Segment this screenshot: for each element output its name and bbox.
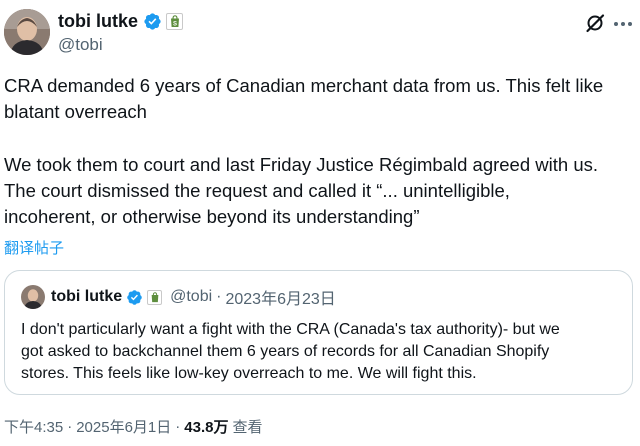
shopify-bag-icon[interactable]: S: [166, 12, 183, 30]
views-label: 查看: [232, 418, 263, 436]
quote-header: tobi lutke @tobi · 2023年6月23日: [51, 285, 336, 309]
tweet-paragraph-1: CRA demanded 6 years of Canadian merchan…: [4, 73, 636, 125]
quote-text: I don't particularly want a fight with t…: [21, 319, 621, 385]
quote-line: I don't particularly want a fight with t…: [21, 321, 560, 338]
translate-post-link[interactable]: 翻译帖子: [4, 237, 64, 258]
shopify-bag-icon: [147, 289, 163, 305]
quote-author-name[interactable]: tobi lutke: [51, 288, 122, 306]
quote-line: stores. This feels like low-key overreac…: [21, 365, 477, 382]
quote-date: 2023年6月23日: [225, 291, 336, 308]
author-display-name[interactable]: tobi lutke: [58, 11, 138, 32]
tweet-line: We took them to court and last Friday Ju…: [4, 154, 598, 175]
footer-separator: ·: [67, 417, 73, 435]
tweet-line: incoherent, or otherwise beyond its unde…: [4, 206, 420, 227]
tweet-footer: 下午4:35 · 2025年6月1日 · 43.8万 查看: [4, 415, 262, 437]
tweet-paragraph-2: We took them to court and last Friday Ju…: [4, 152, 636, 230]
author-handle[interactable]: @tobi: [58, 35, 103, 55]
quote-author-handle: @tobi: [170, 288, 213, 305]
verified-badge-icon: [144, 12, 161, 30]
grok-icon[interactable]: [585, 13, 605, 33]
quoted-tweet[interactable]: tobi lutke @tobi · 2023年6月23日 I don't pa…: [4, 270, 633, 395]
post-time[interactable]: 下午4:35: [4, 416, 63, 437]
tweet: tobi lutke S @tobi CRA demanded 6 years …: [0, 0, 640, 446]
quote-line: got asked to backchannel them 6 years of…: [21, 343, 550, 360]
svg-text:S: S: [172, 21, 176, 27]
verified-badge-icon: [127, 289, 142, 305]
author-avatar[interactable]: [4, 9, 50, 55]
footer-separator: ·: [175, 417, 181, 435]
tweet-line: The court dismissed the request and call…: [4, 180, 510, 201]
post-date[interactable]: 2025年6月1日: [76, 416, 171, 437]
author-name-row: tobi lutke S: [58, 10, 183, 32]
views-count: 43.8万: [184, 418, 229, 436]
tweet-line: blatant overreach: [4, 101, 147, 122]
tweet-line: CRA demanded 6 years of Canadian merchan…: [4, 75, 604, 96]
quote-author-avatar[interactable]: [21, 285, 45, 309]
quote-separator: ·: [216, 288, 222, 305]
more-icon[interactable]: [612, 15, 634, 33]
